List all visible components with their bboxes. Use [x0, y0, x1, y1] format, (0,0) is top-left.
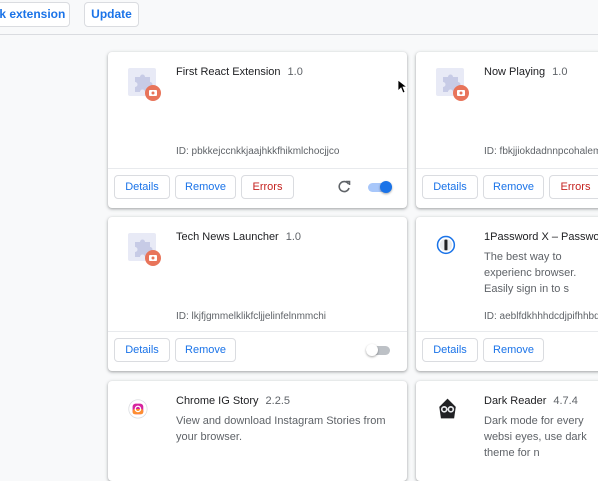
- remove-button[interactable]: Remove: [483, 338, 544, 362]
- card-footer: Details Remove Errors: [416, 168, 598, 208]
- details-button[interactable]: Details: [114, 338, 170, 362]
- extension-name: First React Extension 1.0: [176, 66, 303, 78]
- puzzle-icon: [128, 68, 161, 101]
- extension-card-1password: 1Password X – Password The best way to e…: [416, 217, 598, 371]
- extension-description: Dark mode for every websi eyes, use dark…: [484, 415, 587, 459]
- errors-button[interactable]: Errors: [549, 175, 598, 199]
- enable-toggle[interactable]: [366, 344, 390, 356]
- puzzle-icon: [436, 68, 469, 101]
- extension-id: ID: fbkjjiokdadnnpcohalem: [484, 146, 598, 157]
- remove-button[interactable]: Remove: [483, 175, 544, 199]
- card-footer: Details Remove: [108, 331, 407, 371]
- errors-button[interactable]: Errors: [241, 175, 294, 199]
- toolbar: ck extension Update: [0, 0, 598, 35]
- mouse-cursor-icon: [398, 80, 408, 94]
- details-button[interactable]: Details: [422, 338, 478, 362]
- details-button[interactable]: Details: [114, 175, 170, 199]
- extension-card-chrome-ig-story: Chrome IG Story 2.2.5 View and download I…: [108, 381, 407, 481]
- extension-name: Tech News Launcher 1.0: [176, 231, 302, 243]
- extension-name: Chrome IG Story 2.2.5: [176, 395, 290, 407]
- extension-description: The best way to experienc browser. Easil…: [484, 251, 577, 295]
- card-footer: Details Remove Errors: [108, 168, 407, 208]
- puzzle-icon: [128, 233, 161, 266]
- extension-id: ID: pbkkejccnkkjaajhkkfhikmlchocjjco: [176, 146, 340, 157]
- remove-button[interactable]: Remove: [175, 175, 236, 199]
- extension-card-now-playing: Now Playing 1.0 ID: fbkjjiokdadnnpcohalem…: [416, 52, 598, 208]
- 1password-logo-icon: [436, 235, 456, 255]
- extension-version: 1.0: [285, 231, 302, 243]
- extension-description: View and download Instagram Stories from…: [176, 415, 386, 443]
- remove-button[interactable]: Remove: [175, 338, 236, 362]
- extension-version: 2.2.5: [265, 395, 290, 407]
- extension-card-tech-news-launcher: Tech News Launcher 1.0 ID: lkjfjgmmelklik…: [108, 217, 407, 371]
- extension-version: 1.0: [552, 66, 568, 78]
- details-button[interactable]: Details: [422, 175, 478, 199]
- extension-name: Now Playing 1.0: [484, 66, 568, 78]
- dark-reader-icon: [439, 398, 456, 419]
- pack-extension-button[interactable]: ck extension: [0, 2, 70, 27]
- extension-version: 1.0: [287, 66, 303, 78]
- extension-id: ID: lkjfjgmmelklikfcljjelinfelnmmchi: [176, 311, 327, 322]
- update-button[interactable]: Update: [84, 2, 139, 27]
- reload-icon[interactable]: [336, 179, 352, 195]
- instagram-icon: [128, 399, 148, 419]
- card-footer: Details Remove: [416, 331, 598, 371]
- extension-id: ID: aeblfdkhhhdcdjpifhhbd: [484, 311, 598, 322]
- extension-card-first-react-extension: First React Extension 1.0 ID: pbkkejccnkk…: [108, 52, 407, 208]
- enable-toggle[interactable]: [368, 181, 392, 193]
- extension-name: 1Password X – Password: [484, 231, 598, 243]
- extension-card-dark-reader: Dark Reader 4.7.4 Dark mode for every web…: [416, 381, 598, 481]
- extension-name: Dark Reader 4.7.4: [484, 395, 578, 407]
- extension-version: 4.7.4: [553, 395, 578, 407]
- toggle-knob: [380, 181, 392, 193]
- toggle-knob: [366, 344, 378, 356]
